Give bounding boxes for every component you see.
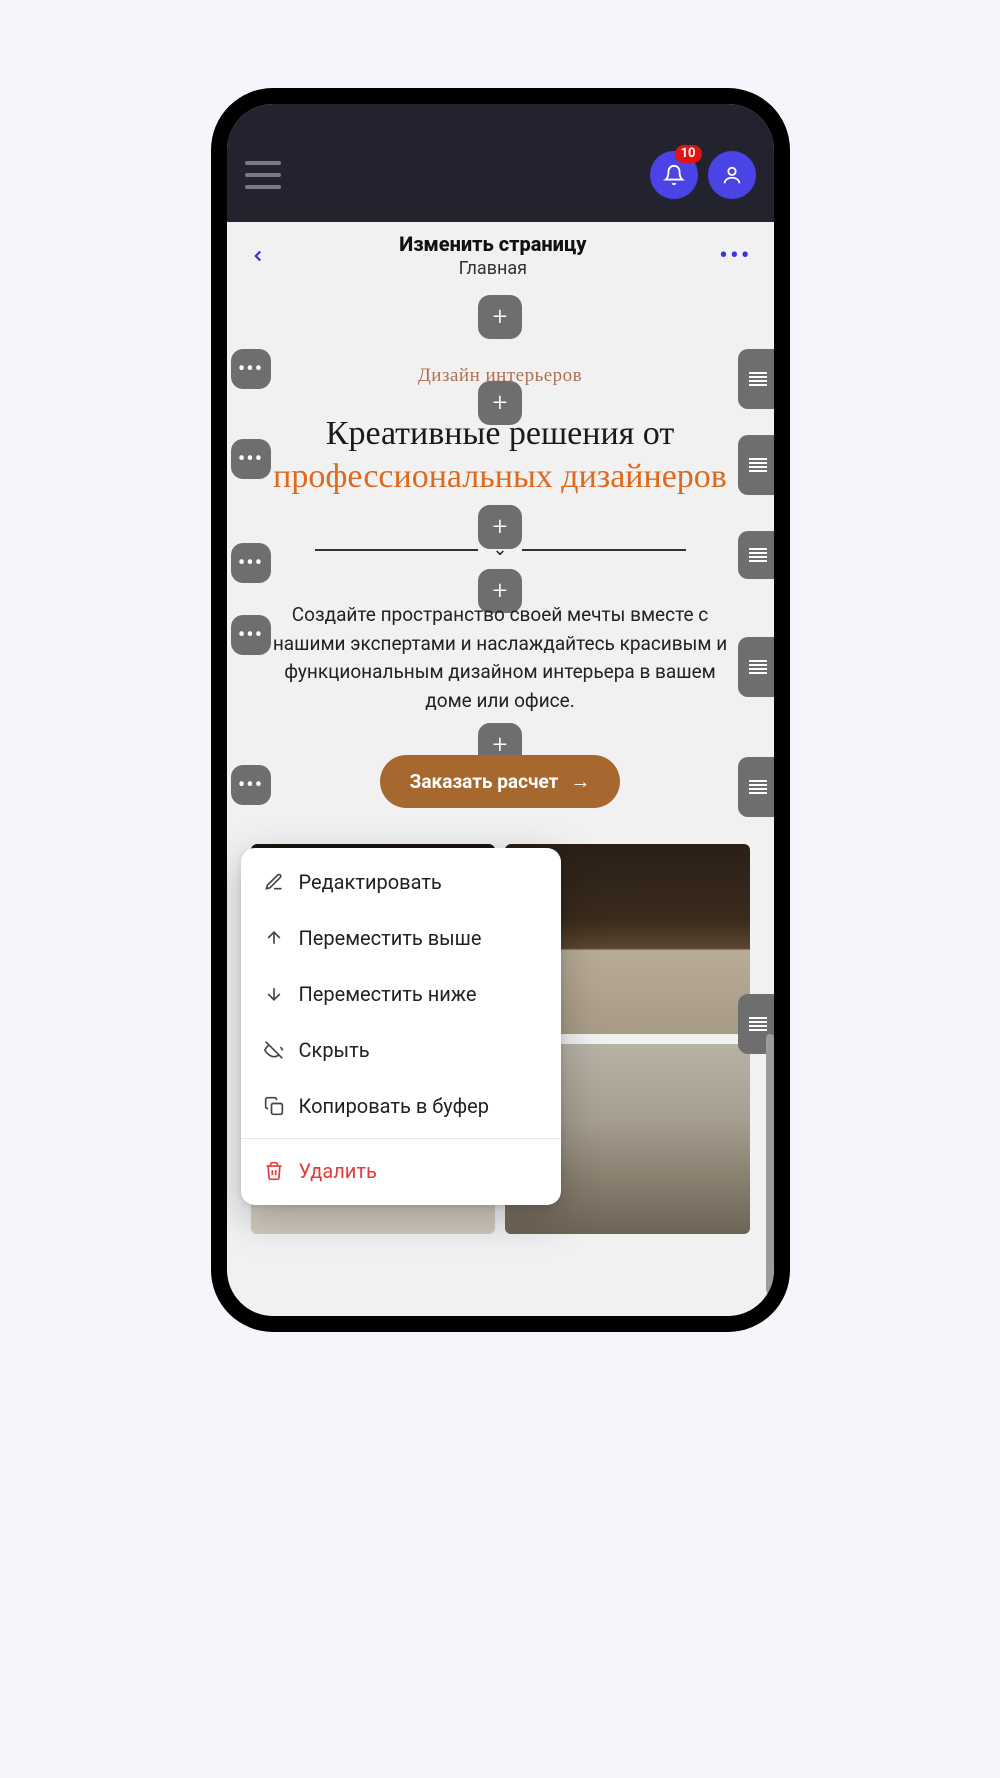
drag-icon (749, 660, 767, 674)
menu-hide[interactable]: Скрыть (241, 1022, 561, 1078)
cta-row: Заказать расчет → (235, 741, 766, 826)
block-paragraph: ••• Создайте пространство своей мечты вм… (227, 597, 774, 727)
menu-move-up-label: Переместить выше (299, 926, 482, 950)
hero-title-line2: профессиональных дизайнеров (273, 458, 727, 495)
notifications-button[interactable]: 10 (650, 151, 698, 199)
block-options-button[interactable]: ••• (231, 349, 271, 389)
back-button[interactable] (249, 241, 267, 271)
block-title: ••• Креативные решения от профессиональн… (227, 405, 774, 515)
menu-move-down-label: Переместить ниже (299, 982, 477, 1006)
arrow-right-icon: → (570, 769, 590, 794)
chevron-down-icon: ⌄ (492, 539, 507, 560)
chevron-left-icon (249, 241, 267, 271)
menu-move-up[interactable]: Переместить выше (241, 910, 561, 966)
screen: 10 Изменить страницу Главная ••• + (227, 104, 774, 1316)
scrollbar-thumb[interactable] (766, 1034, 774, 1294)
block-cta: ••• Заказать расчет → (227, 741, 774, 826)
profile-button[interactable] (708, 151, 756, 199)
cta-label: Заказать расчет (410, 770, 559, 793)
menu-delete-label: Удалить (299, 1159, 377, 1183)
drag-icon (749, 458, 767, 472)
cta-button[interactable]: Заказать расчет → (380, 755, 621, 808)
drag-icon (749, 780, 767, 794)
block-options-button[interactable]: ••• (231, 765, 271, 805)
sub-header-center: Изменить страницу Главная (267, 232, 720, 279)
notification-badge: 10 (675, 145, 702, 163)
copy-icon (263, 1096, 285, 1116)
block-options-button[interactable]: ••• (231, 615, 271, 655)
menu-button[interactable] (245, 161, 281, 189)
bell-icon (663, 164, 685, 186)
drag-icon (749, 548, 767, 562)
menu-copy-label: Копировать в буфер (299, 1094, 489, 1118)
hero-title: Креативные решения от профессиональных д… (235, 405, 766, 502)
menu-separator (241, 1138, 561, 1139)
page-subtitle: Главная (267, 258, 720, 279)
menu-edit[interactable]: Редактировать (241, 854, 561, 910)
block-drag-handle[interactable] (738, 637, 774, 697)
phone-frame: 10 Изменить страницу Главная ••• + (213, 90, 788, 1330)
block-options-button[interactable]: ••• (231, 543, 271, 583)
arrow-down-icon (263, 984, 285, 1004)
block-options-button[interactable]: ••• (231, 439, 271, 479)
hero-paragraph: Создайте пространство своей мечты вместе… (235, 597, 766, 719)
arrow-up-icon (263, 928, 285, 948)
sub-header: Изменить страницу Главная ••• (227, 222, 774, 285)
menu-hide-label: Скрыть (299, 1038, 370, 1062)
drag-icon (749, 1017, 767, 1031)
menu-move-down[interactable]: Переместить ниже (241, 966, 561, 1022)
drag-icon (749, 372, 767, 386)
page-title: Изменить страницу (267, 232, 720, 256)
appbar-right: 10 (650, 151, 756, 199)
block-context-menu: Редактировать Переместить выше Перемести… (241, 848, 561, 1205)
app-bar: 10 (227, 104, 774, 222)
more-options-button[interactable]: ••• (719, 241, 751, 271)
add-block-button[interactable]: + (478, 295, 522, 339)
block-drag-handle[interactable] (738, 435, 774, 495)
block-separator: ••• ⌄ (227, 531, 774, 575)
edit-icon (263, 872, 285, 892)
block-drag-handle[interactable] (738, 531, 774, 579)
separator: ⌄ (235, 531, 766, 568)
block-eyebrow: ••• Дизайн интерьеров (227, 343, 774, 399)
eye-off-icon (263, 1040, 285, 1060)
hero-title-line1: Креативные решения от (326, 415, 674, 452)
menu-copy[interactable]: Копировать в буфер (241, 1078, 561, 1134)
trash-icon (263, 1161, 285, 1181)
block-drag-handle[interactable] (738, 757, 774, 817)
menu-edit-label: Редактировать (299, 870, 442, 894)
user-icon (721, 164, 743, 186)
block-drag-handle[interactable] (738, 349, 774, 409)
hero-eyebrow: Дизайн интерьеров (235, 343, 766, 387)
menu-delete[interactable]: Удалить (241, 1143, 561, 1199)
